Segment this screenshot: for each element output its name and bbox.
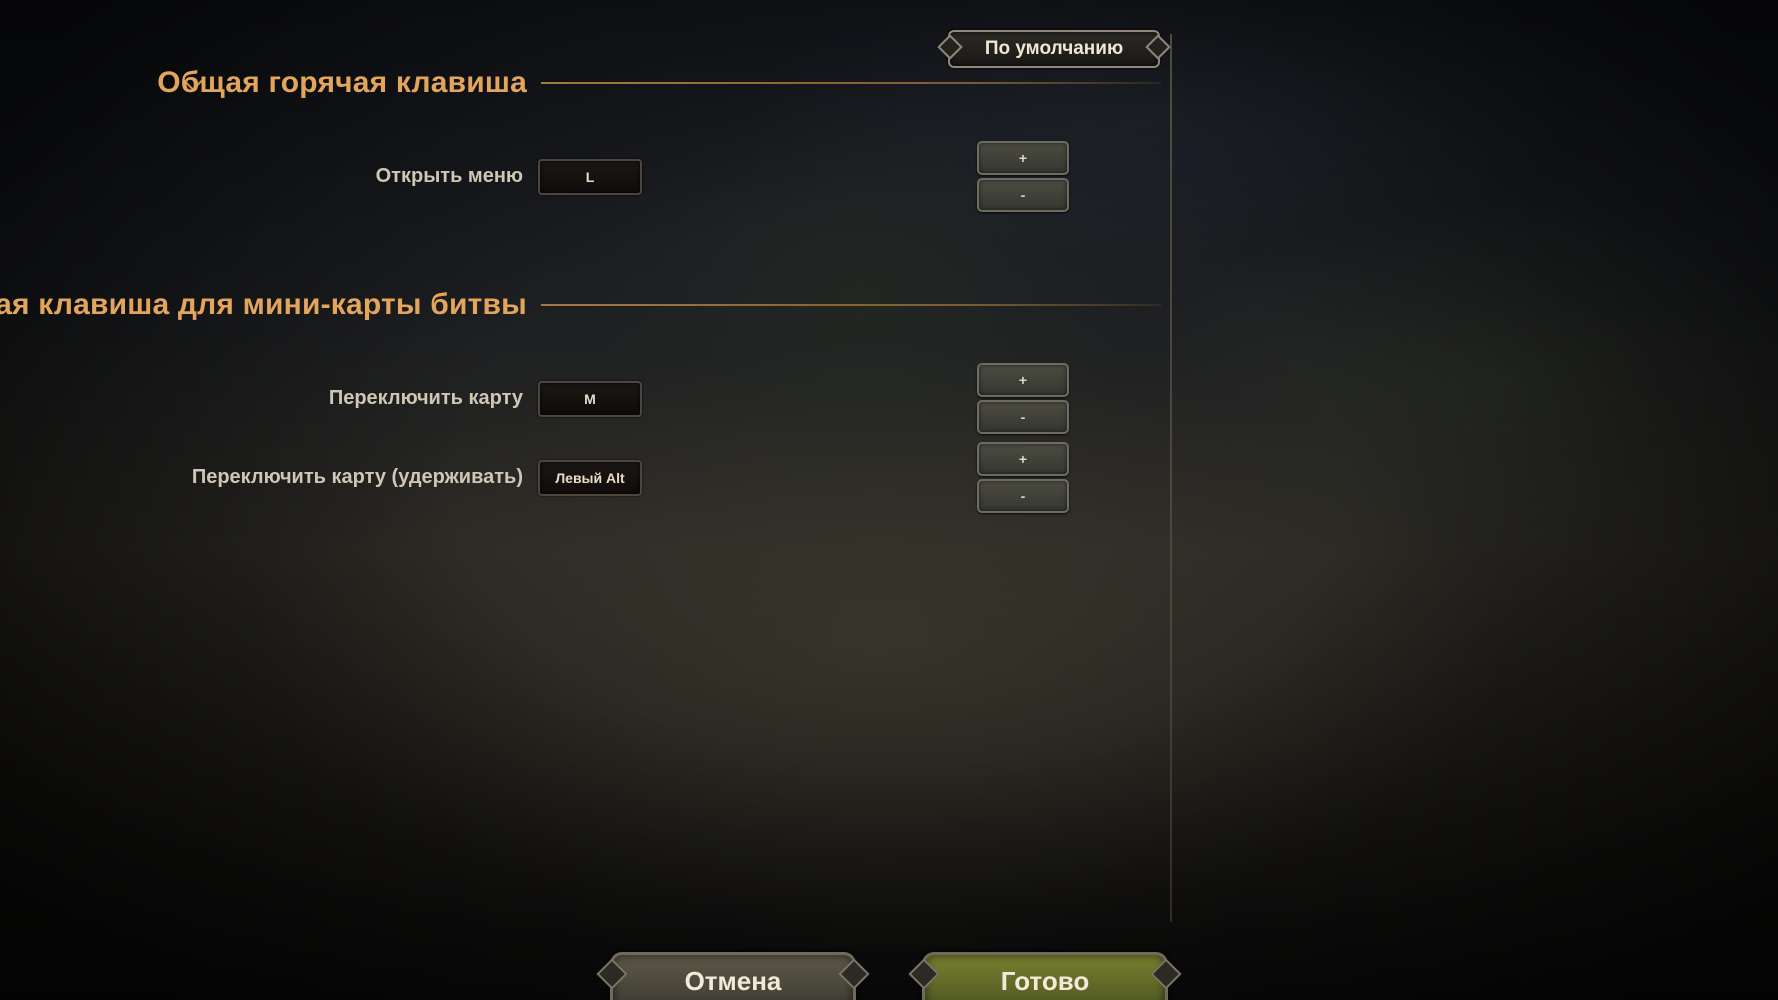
button-right-ornament (1150, 958, 1182, 990)
row-label-open-menu: Открыть меню (375, 165, 523, 187)
section-divider (541, 304, 1161, 306)
decrease-button[interactable]: - (977, 479, 1069, 513)
keybind-toggle-map-hold[interactable]: Левый Alt (538, 460, 642, 496)
panel-divider (1170, 34, 1172, 922)
section-divider (541, 82, 1161, 84)
increase-button[interactable]: + (977, 363, 1069, 397)
increase-button[interactable]: + (977, 442, 1069, 476)
keybind-toggle-map[interactable]: M (538, 381, 642, 417)
button-right-ornament (838, 958, 870, 990)
reset-defaults-label: По умолчанию (984, 38, 1124, 59)
row-label-toggle-map: Переключить карту (328, 387, 523, 409)
section-title-battle-minimap[interactable]: Горячая клавиша для мини-карты битвы (0, 288, 527, 322)
button-right-ornament (1145, 34, 1171, 60)
background-vignette (0, 0, 1778, 1000)
button-left-ornament (908, 958, 940, 990)
keybind-open-menu[interactable]: L (538, 159, 642, 195)
button-left-ornament (937, 34, 963, 60)
section-title-general[interactable]: Общая горячая клавиша (157, 66, 527, 100)
increase-button[interactable]: + (977, 141, 1069, 175)
button-left-ornament (596, 958, 628, 990)
keybindings-screen: По умолчанию Общая горячая клавиша Откры… (0, 0, 1778, 1000)
decrease-button[interactable]: - (977, 400, 1069, 434)
reset-defaults-button[interactable]: По умолчанию (937, 30, 1171, 68)
cancel-label: Отмена (684, 966, 782, 996)
row-label-toggle-map-hold: Переключить карту (удерживать) (191, 466, 523, 488)
done-label: Готово (1000, 966, 1090, 996)
decrease-button[interactable]: - (977, 178, 1069, 212)
cancel-button[interactable]: Отмена (596, 952, 870, 1000)
done-button[interactable]: Готово (908, 952, 1182, 1000)
